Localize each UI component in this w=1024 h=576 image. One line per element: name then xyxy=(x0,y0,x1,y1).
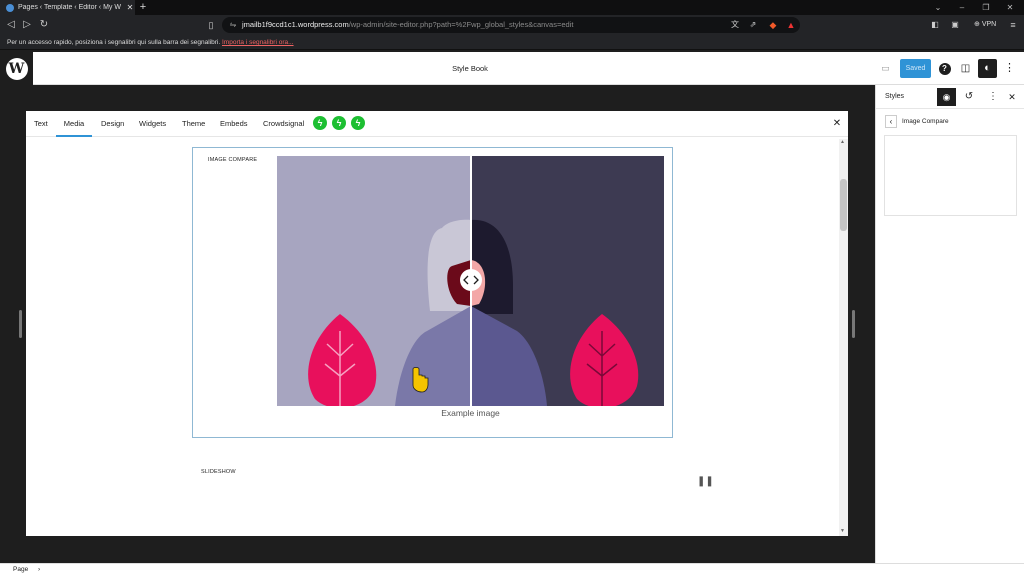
chevron-left-icon: ‹ xyxy=(889,117,893,126)
image-compare-preview[interactable] xyxy=(277,156,664,406)
resize-handle-right[interactable] xyxy=(852,310,855,338)
url-input[interactable]: jmailb1f9ccd1c1.wordpress.com/wp-admin/s… xyxy=(222,17,800,33)
style-book-scrollbar[interactable]: ▲ ▼ xyxy=(839,139,848,536)
settings-panel-icon[interactable]: ◫ xyxy=(956,59,975,78)
bookmarks-hint: Per un accesso rapido, posiziona i segna… xyxy=(7,39,221,46)
close-style-book-button[interactable]: ✕ xyxy=(830,117,844,131)
tab-design[interactable]: Design xyxy=(101,111,124,137)
wordpress-logo-icon: W xyxy=(5,57,28,80)
bookmarks-bar: Per un accesso rapido, posiziona i segna… xyxy=(0,35,1024,50)
vpn-icon: ⊕ xyxy=(974,21,980,28)
help-icon[interactable]: ? xyxy=(935,59,954,78)
image-caption: Example image xyxy=(441,408,500,418)
style-book-tabs: Text Media Design Widgets Theme Embeds C… xyxy=(26,111,848,137)
tab-widgets[interactable]: Widgets xyxy=(139,111,166,137)
address-bar-row: ◁ ▷ ↻ ▯ jmailb1f9ccd1c1.wordpress.com/wp… xyxy=(0,15,1024,35)
styles-icon[interactable]: ◐ xyxy=(978,59,997,78)
scroll-up-icon[interactable]: ▲ xyxy=(840,139,845,145)
maximize-icon[interactable]: ❐ xyxy=(974,1,998,14)
back-button[interactable]: ‹ xyxy=(885,115,897,128)
tab-media[interactable]: Media xyxy=(56,111,92,137)
browser-tab-title: Pages ‹ Template ‹ Editor ‹ My W xyxy=(18,4,121,11)
breadcrumb-page[interactable]: Page xyxy=(13,566,28,573)
forward-icon[interactable]: ▷ xyxy=(20,18,34,32)
site-info-icon[interactable]: ⇋ xyxy=(226,18,240,32)
url-host: jmailb1f9ccd1c1.wordpress.com xyxy=(242,20,349,29)
styles-sidebar: Styles ◉ ↺ ⋮ ✕ ‹ Image Compare xyxy=(875,85,1024,563)
image-compare-example[interactable]: IMAGE COMPARE Example image xyxy=(192,147,673,438)
block-style-preview xyxy=(884,135,1017,216)
back-icon[interactable]: ◁ xyxy=(4,18,18,32)
tab-embeds[interactable]: Embeds xyxy=(220,111,248,137)
share-icon[interactable]: ⇗ xyxy=(746,18,760,32)
saved-button[interactable]: Saved xyxy=(900,59,931,78)
sidebar-toggle-icon[interactable]: ◧ xyxy=(928,18,942,32)
menu-icon[interactable]: ≡ xyxy=(1006,18,1020,32)
browser-tab[interactable]: Pages ‹ Template ‹ Editor ‹ My W ✕ xyxy=(0,0,135,15)
brave-rewards-icon[interactable]: ▲ xyxy=(784,18,798,32)
translate-icon[interactable]: 文 xyxy=(728,18,742,32)
editor-header: W Style Book ▭ Saved ? ◫ ◐ ⋮ xyxy=(0,52,1024,85)
jetpack-icon[interactable]: ϟ xyxy=(351,116,365,130)
resize-handle-left[interactable] xyxy=(19,310,22,338)
close-tab-icon[interactable]: ✕ xyxy=(125,3,135,12)
import-bookmarks-link[interactable]: Importa i segnalibri ora... xyxy=(222,39,294,46)
close-window-icon[interactable]: ✕ xyxy=(998,1,1022,14)
wordpress-logo-button[interactable]: W xyxy=(0,52,33,85)
revisions-icon[interactable]: ↺ xyxy=(960,88,978,106)
tab-search-icon[interactable]: ⌄ xyxy=(926,1,950,14)
new-tab-button[interactable]: + xyxy=(137,1,149,14)
jetpack-icon[interactable]: ϟ xyxy=(332,116,346,130)
jetpack-icon[interactable]: ϟ xyxy=(313,116,327,130)
scrollbar-thumb[interactable] xyxy=(840,179,847,231)
editor-footer-breadcrumb: Page › xyxy=(0,563,1024,576)
close-sidebar-icon[interactable]: ✕ xyxy=(1003,88,1021,106)
styles-sidebar-header: Styles ◉ ↺ ⋮ ✕ xyxy=(876,85,1024,109)
block-name: Image Compare xyxy=(902,118,949,125)
sidebar-title: Styles xyxy=(885,93,905,100)
image-compare-label: IMAGE COMPARE xyxy=(208,157,258,163)
minimize-icon[interactable]: – xyxy=(950,1,974,14)
tab-theme[interactable]: Theme xyxy=(182,111,205,137)
chevron-right-icon: › xyxy=(38,566,41,573)
more-options-icon[interactable]: ⋮ xyxy=(984,88,1002,106)
image-compare-illustration xyxy=(277,156,664,406)
bookmark-icon[interactable]: ▯ xyxy=(204,18,218,32)
scroll-down-icon[interactable]: ▼ xyxy=(840,528,845,534)
browser-tab-bar: Pages ‹ Template ‹ Editor ‹ My W ✕ + ⌄ –… xyxy=(0,0,1024,15)
vpn-label: VPN xyxy=(981,21,997,28)
url-path: /wp-admin/site-editor.php?path=%2Fwp_glo… xyxy=(348,20,574,29)
style-book-toggle-icon[interactable]: ◉ xyxy=(937,88,956,106)
wordpress-favicon-icon xyxy=(6,3,14,12)
tab-crowdsignal[interactable]: Crowdsignal xyxy=(263,111,304,137)
style-book-panel: Text Media Design Widgets Theme Embeds C… xyxy=(26,111,848,536)
options-menu-icon[interactable]: ⋮ xyxy=(1000,59,1019,78)
wallet-icon[interactable]: ▣ xyxy=(948,18,962,32)
tab-text[interactable]: Text xyxy=(34,111,48,137)
reload-icon[interactable]: ↻ xyxy=(37,18,51,32)
device-preview-icon[interactable]: ▭ xyxy=(876,59,895,78)
slideshow-label: SLIDESHOW xyxy=(201,469,236,475)
vpn-button[interactable]: ⊕ VPN xyxy=(974,18,996,32)
page-title: Style Book xyxy=(452,64,488,73)
pause-icon[interactable]: ❚❚ xyxy=(697,475,714,489)
brave-shield-icon[interactable]: ◆ xyxy=(766,18,780,32)
